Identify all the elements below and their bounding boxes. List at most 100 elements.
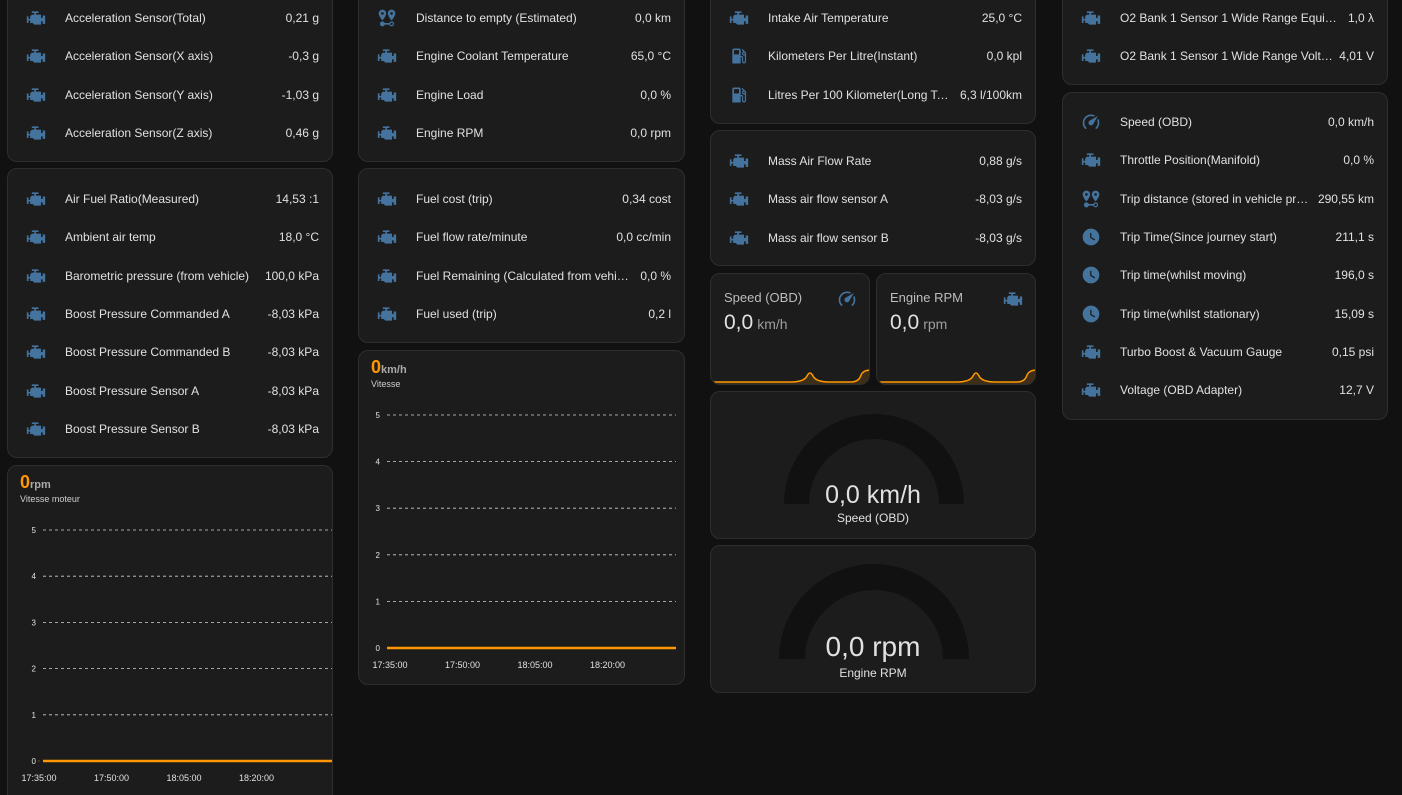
entity-row[interactable]: 0,2 l Fuel used (trip) xyxy=(359,295,684,333)
history-graph-speed[interactable]: 0km/h Vitesse 0 1 2 3 4 5 17:35:00 17:50:00 18:0… xyxy=(358,350,685,685)
data-point xyxy=(462,647,463,649)
entity-name: Engine RPM xyxy=(416,125,484,140)
entity-row[interactable]: -1,03 g Acceleration Sensor(Y axis) xyxy=(8,76,332,114)
entity-row[interactable]: -8,03 kPa Boost Pressure Commanded A xyxy=(8,295,332,333)
entity-name: Speed (OBD) xyxy=(1120,115,1193,129)
engine-icon xyxy=(377,266,397,286)
entity-name: O2 Bank 1 Sensor 1 Wide Range Equivalenc… xyxy=(1120,11,1342,25)
entity-state: 0,21 g xyxy=(285,11,319,25)
entity-row[interactable]: 14,53 :1 Air Fuel Ratio(Measured) xyxy=(8,180,332,218)
entity-name: Mass Air Flow Rate xyxy=(768,154,872,168)
entity-row[interactable]: 0,0 % Throttle Position(Manifold) xyxy=(1063,141,1387,179)
y-tick-label: 5 xyxy=(376,411,381,420)
clock-icon xyxy=(1081,304,1101,324)
entity-state: -0,3 g xyxy=(288,49,319,64)
entity-row[interactable]: 15,09 s Trip time(whilst stationary) xyxy=(1063,295,1387,333)
entity-state: -8,03 kPa xyxy=(267,345,319,360)
entity-row[interactable]: -8,03 g/s Mass air flow sensor A xyxy=(711,180,1035,218)
entity-row[interactable]: 211,1 s Trip Time(Since journey start) xyxy=(1063,218,1387,256)
engine-icon xyxy=(1081,380,1101,400)
entity-row[interactable]: 0,0 % Fuel Remaining (Calculated from veh… xyxy=(359,257,684,295)
entity-row[interactable]: 290,55 km Trip distance (stored in vehicl… xyxy=(1063,180,1387,218)
entity-row[interactable]: 0,46 g Acceleration Sensor(Z axis) xyxy=(8,114,332,152)
entity-row[interactable]: -0,3 g Acceleration Sensor(X axis) xyxy=(8,37,332,75)
engine-icon xyxy=(729,151,749,171)
entity-row[interactable]: 25,0 °C Intake Air Temperature xyxy=(711,0,1035,37)
entity-state: 0,0 kpl xyxy=(986,49,1022,64)
engine-icon xyxy=(26,123,46,143)
engine-icon xyxy=(1081,150,1101,170)
sensor-name: Speed (OBD) xyxy=(724,290,803,305)
history-graph-rpm[interactable]: 0rpm Vitesse moteur 0 1 2 3 4 5 17:35:00 17:50:… xyxy=(7,465,333,795)
entity-row[interactable]: -8,03 kPa Boost Pressure Commanded B xyxy=(8,333,332,371)
entity-row[interactable]: 196,0 s Trip time(whilst moving) xyxy=(1063,256,1387,294)
card-engine: 0,0 km Distance to empty (Estimated) 65,0 … xyxy=(358,0,685,162)
sensor-card-rpm[interactable]: Engine RPM 0,0 rpm xyxy=(876,273,1036,385)
entity-name: Fuel cost (trip) xyxy=(416,192,493,206)
gauge-card-rpm[interactable]: 0,0 rpm Engine RPM xyxy=(710,545,1036,693)
entity-state: 1,0 λ xyxy=(1347,11,1374,25)
entity-row[interactable]: 12,7 V Voltage (OBD Adapter) xyxy=(1063,371,1387,409)
entity-name: Boost Pressure Sensor B xyxy=(65,421,200,436)
entity-row[interactable]: 0,0 km Distance to empty (Estimated) xyxy=(359,0,684,37)
engine-icon xyxy=(26,227,46,247)
entity-row[interactable]: 0,0 % Engine Load xyxy=(359,76,684,114)
entity-state: 0,0 % xyxy=(640,87,671,102)
entity-name: Trip time(whilst stationary) xyxy=(1120,306,1260,321)
entity-row[interactable]: 0,34 cost Fuel cost (trip) xyxy=(359,180,684,218)
y-tick-label: 2 xyxy=(32,665,37,674)
x-tick-label: 18:20:00 xyxy=(239,773,274,783)
entity-row[interactable]: 0,0 kpl Kilometers Per Litre(Instant) xyxy=(711,37,1035,75)
entity-row[interactable]: 4,01 V O2 Bank 1 Sensor 1 Wide Range Volt… xyxy=(1063,37,1387,75)
entity-row[interactable]: 0,15 psi Turbo Boost & Vacuum Gauge xyxy=(1063,333,1387,371)
engine-icon xyxy=(26,8,46,28)
history-chart-speed[interactable]: 0 1 2 3 4 5 17:35:00 17:50:00 18:05:00 18:20:00 xyxy=(359,351,685,685)
data-point xyxy=(534,647,536,649)
engine-icon xyxy=(377,85,397,105)
y-tick-label: 0 xyxy=(376,644,381,653)
entity-row[interactable]: 0,0 cc/min Fuel flow rate/minute xyxy=(359,218,684,256)
entity-state: 25,0 °C xyxy=(981,11,1022,25)
gauge-name: Speed (OBD) xyxy=(836,511,910,525)
entity-row[interactable]: 0,0 rpm Engine RPM xyxy=(359,114,684,152)
entity-row[interactable]: 18,0 °C Ambient air temp xyxy=(8,218,332,256)
entity-name: Boost Pressure Sensor A xyxy=(65,383,200,398)
entity-name: Acceleration Sensor(X axis) xyxy=(65,49,214,64)
entity-row[interactable]: 0,88 g/s Mass Air Flow Rate xyxy=(711,142,1035,180)
entity-name: Engine Load xyxy=(416,87,484,102)
x-tick-label: 18:20:00 xyxy=(590,660,625,670)
entity-row[interactable]: 6,3 l/100km Litres Per 100 Kilometer(Long… xyxy=(711,76,1035,114)
entity-name: Fuel used (trip) xyxy=(416,306,497,321)
sensor-value: 0,0 km/h xyxy=(724,311,788,334)
entity-row[interactable]: 1,0 λ O2 Bank 1 Sensor 1 Wide Range Equiv… xyxy=(1063,0,1387,37)
entity-row[interactable]: 0,0 km/h Speed (OBD) xyxy=(1063,103,1387,141)
entity-row[interactable]: 65,0 °C Engine Coolant Temperature xyxy=(359,37,684,75)
entity-state: 290,55 km xyxy=(1317,191,1374,206)
entity-row[interactable]: 0,21 g Acceleration Sensor(Total) xyxy=(8,0,332,37)
sensor-card-speed[interactable]: Speed (OBD) 0,0 km/h xyxy=(710,273,870,385)
entity-state: 100,0 kPa xyxy=(264,268,319,283)
entity-row[interactable]: -8,03 g/s Mass air flow sensor B xyxy=(711,219,1035,257)
speedometer-icon xyxy=(1081,112,1101,132)
gauge-card-speed[interactable]: 0,0 km/h Speed (OBD) xyxy=(710,391,1036,539)
entity-name: Acceleration Sensor(Total) xyxy=(65,11,206,25)
y-tick-label: 5 xyxy=(32,526,37,535)
sensor-value: 0,0 rpm xyxy=(890,311,948,334)
engine-icon xyxy=(377,46,397,66)
entity-state: 0,0 km xyxy=(634,11,671,25)
entity-state: -8,03 g/s xyxy=(975,230,1022,245)
clock-icon xyxy=(1081,227,1101,247)
entity-row[interactable]: -8,03 kPa Boost Pressure Sensor B xyxy=(8,410,332,448)
history-chart-rpm[interactable]: 0 1 2 3 4 5 17:35:00 17:50:00 18:05:00 18:20:00 xyxy=(8,466,333,795)
x-tick-label: 17:50:00 xyxy=(94,773,129,783)
entity-name: Trip Time(Since journey start) xyxy=(1120,229,1277,244)
entity-name: Trip distance (stored in vehicle profile… xyxy=(1120,191,1312,206)
data-point xyxy=(38,760,40,762)
entity-state: 0,34 cost xyxy=(622,192,671,206)
entity-state: 15,09 s xyxy=(1334,306,1374,321)
y-tick-label: 1 xyxy=(376,597,381,606)
y-tick-label: 0 xyxy=(32,757,37,766)
entity-row[interactable]: -8,03 kPa Boost Pressure Sensor A xyxy=(8,372,332,410)
entity-state: -1,03 g xyxy=(281,87,319,102)
entity-row[interactable]: 100,0 kPa Barometric pressure (from vehic… xyxy=(8,257,332,295)
